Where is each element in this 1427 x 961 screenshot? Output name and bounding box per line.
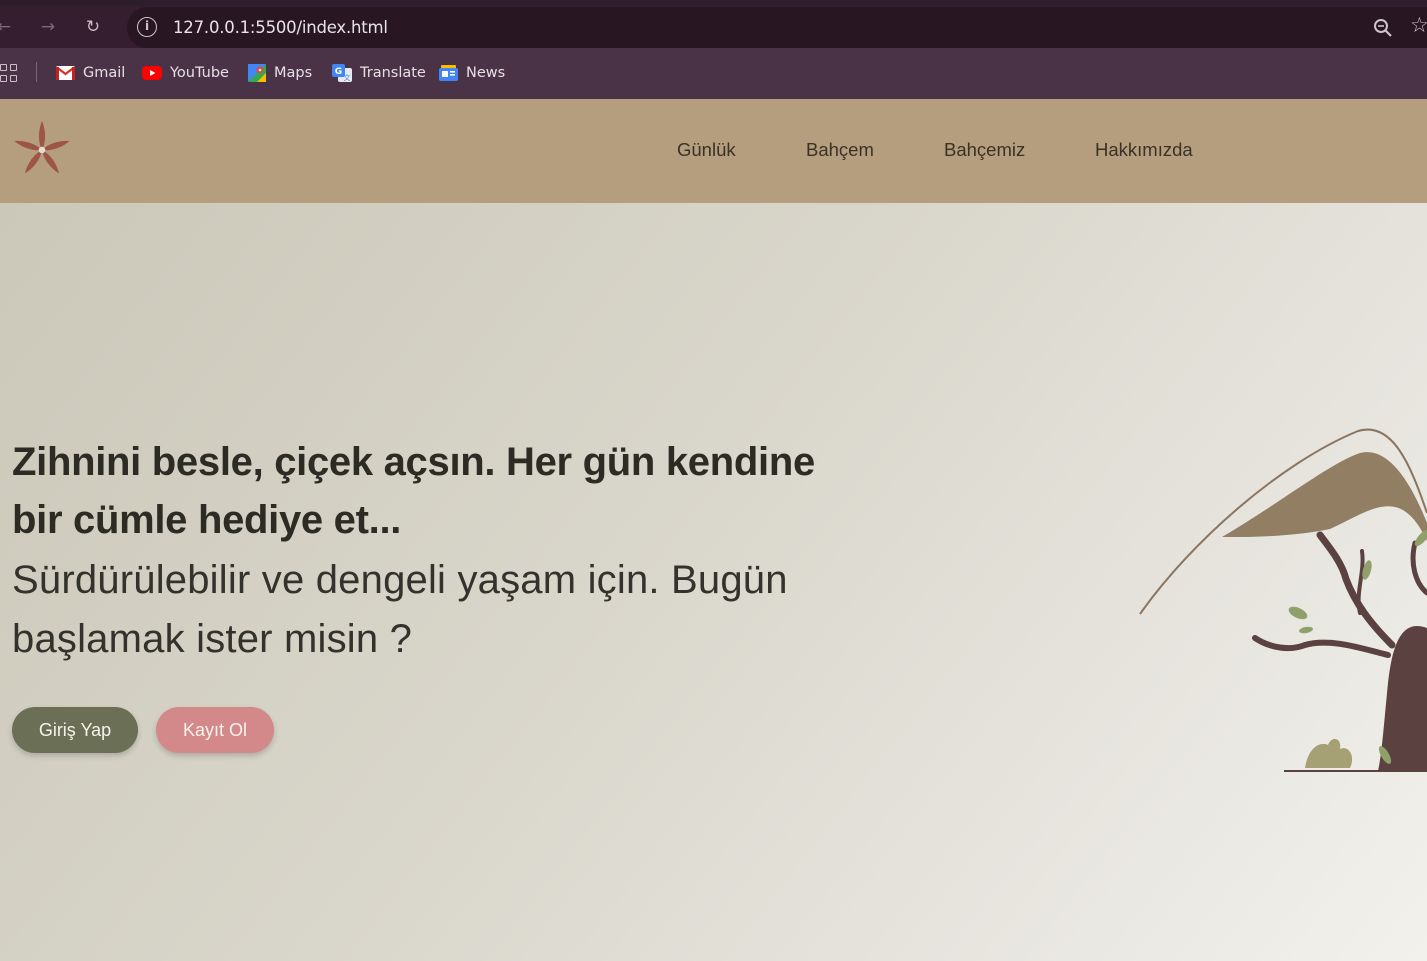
news-icon [439,65,458,81]
flower-logo-icon[interactable] [10,120,74,180]
bookmark-translate[interactable]: G 文 Translate [332,62,426,84]
svg-text:G: G [335,67,342,77]
bookmark-gmail[interactable]: Gmail [56,62,125,84]
translate-icon: G 文 [332,64,352,82]
bookmark-youtube[interactable]: YouTube [142,62,229,84]
arrow-left-icon[interactable]: ← [0,15,16,39]
arrow-right-icon[interactable]: → [36,15,60,39]
hero-subline: Sürdürülebilir ve dengeli yaşam için. Bu… [12,558,788,661]
url-text[interactable]: 127.0.0.1:5500/index.html [173,18,388,37]
nav-link-hakkimizda[interactable]: Hakkımızda [1095,139,1193,161]
hero-section: Zihnini besle, çiçek açsın. Her gün kend… [0,203,1427,961]
tree-illustration [1139,428,1427,772]
nav-link-bahcem[interactable]: Bahçem [806,139,874,161]
gmail-icon [56,66,75,80]
bookmarks-divider [36,62,37,82]
apps-grid-icon[interactable] [0,64,18,82]
bookmark-star-icon[interactable]: ☆ [1410,13,1427,37]
nav-link-gunluk[interactable]: Günlük [677,139,736,161]
bookmarks-bar: Gmail YouTube Maps G 文 Translate News [0,48,1427,99]
youtube-icon [142,66,162,80]
svg-text:文: 文 [344,73,351,82]
maps-icon [248,64,266,82]
zoom-icon[interactable] [1373,18,1393,38]
nav-link-bahcemiz[interactable]: Bahçemiz [944,139,1025,161]
reload-icon[interactable]: ↻ [81,15,105,39]
site-info-icon[interactable]: i [137,17,157,37]
bookmark-maps[interactable]: Maps [248,62,312,84]
browser-toolbar: ← → ↻ i 127.0.0.1:5500/index.html ☆ [0,6,1427,48]
register-button[interactable]: Kayıt Ol [156,707,274,753]
hero-headline: Zihnini besle, çiçek açsın. Her gün kend… [12,440,815,542]
site-header: Günlük Bahçem Bahçemiz Hakkımızda [0,99,1427,203]
address-bar[interactable]: i 127.0.0.1:5500/index.html ☆ [127,7,1427,48]
bookmark-news[interactable]: News [439,62,505,84]
login-button[interactable]: Giriş Yap [12,707,138,753]
